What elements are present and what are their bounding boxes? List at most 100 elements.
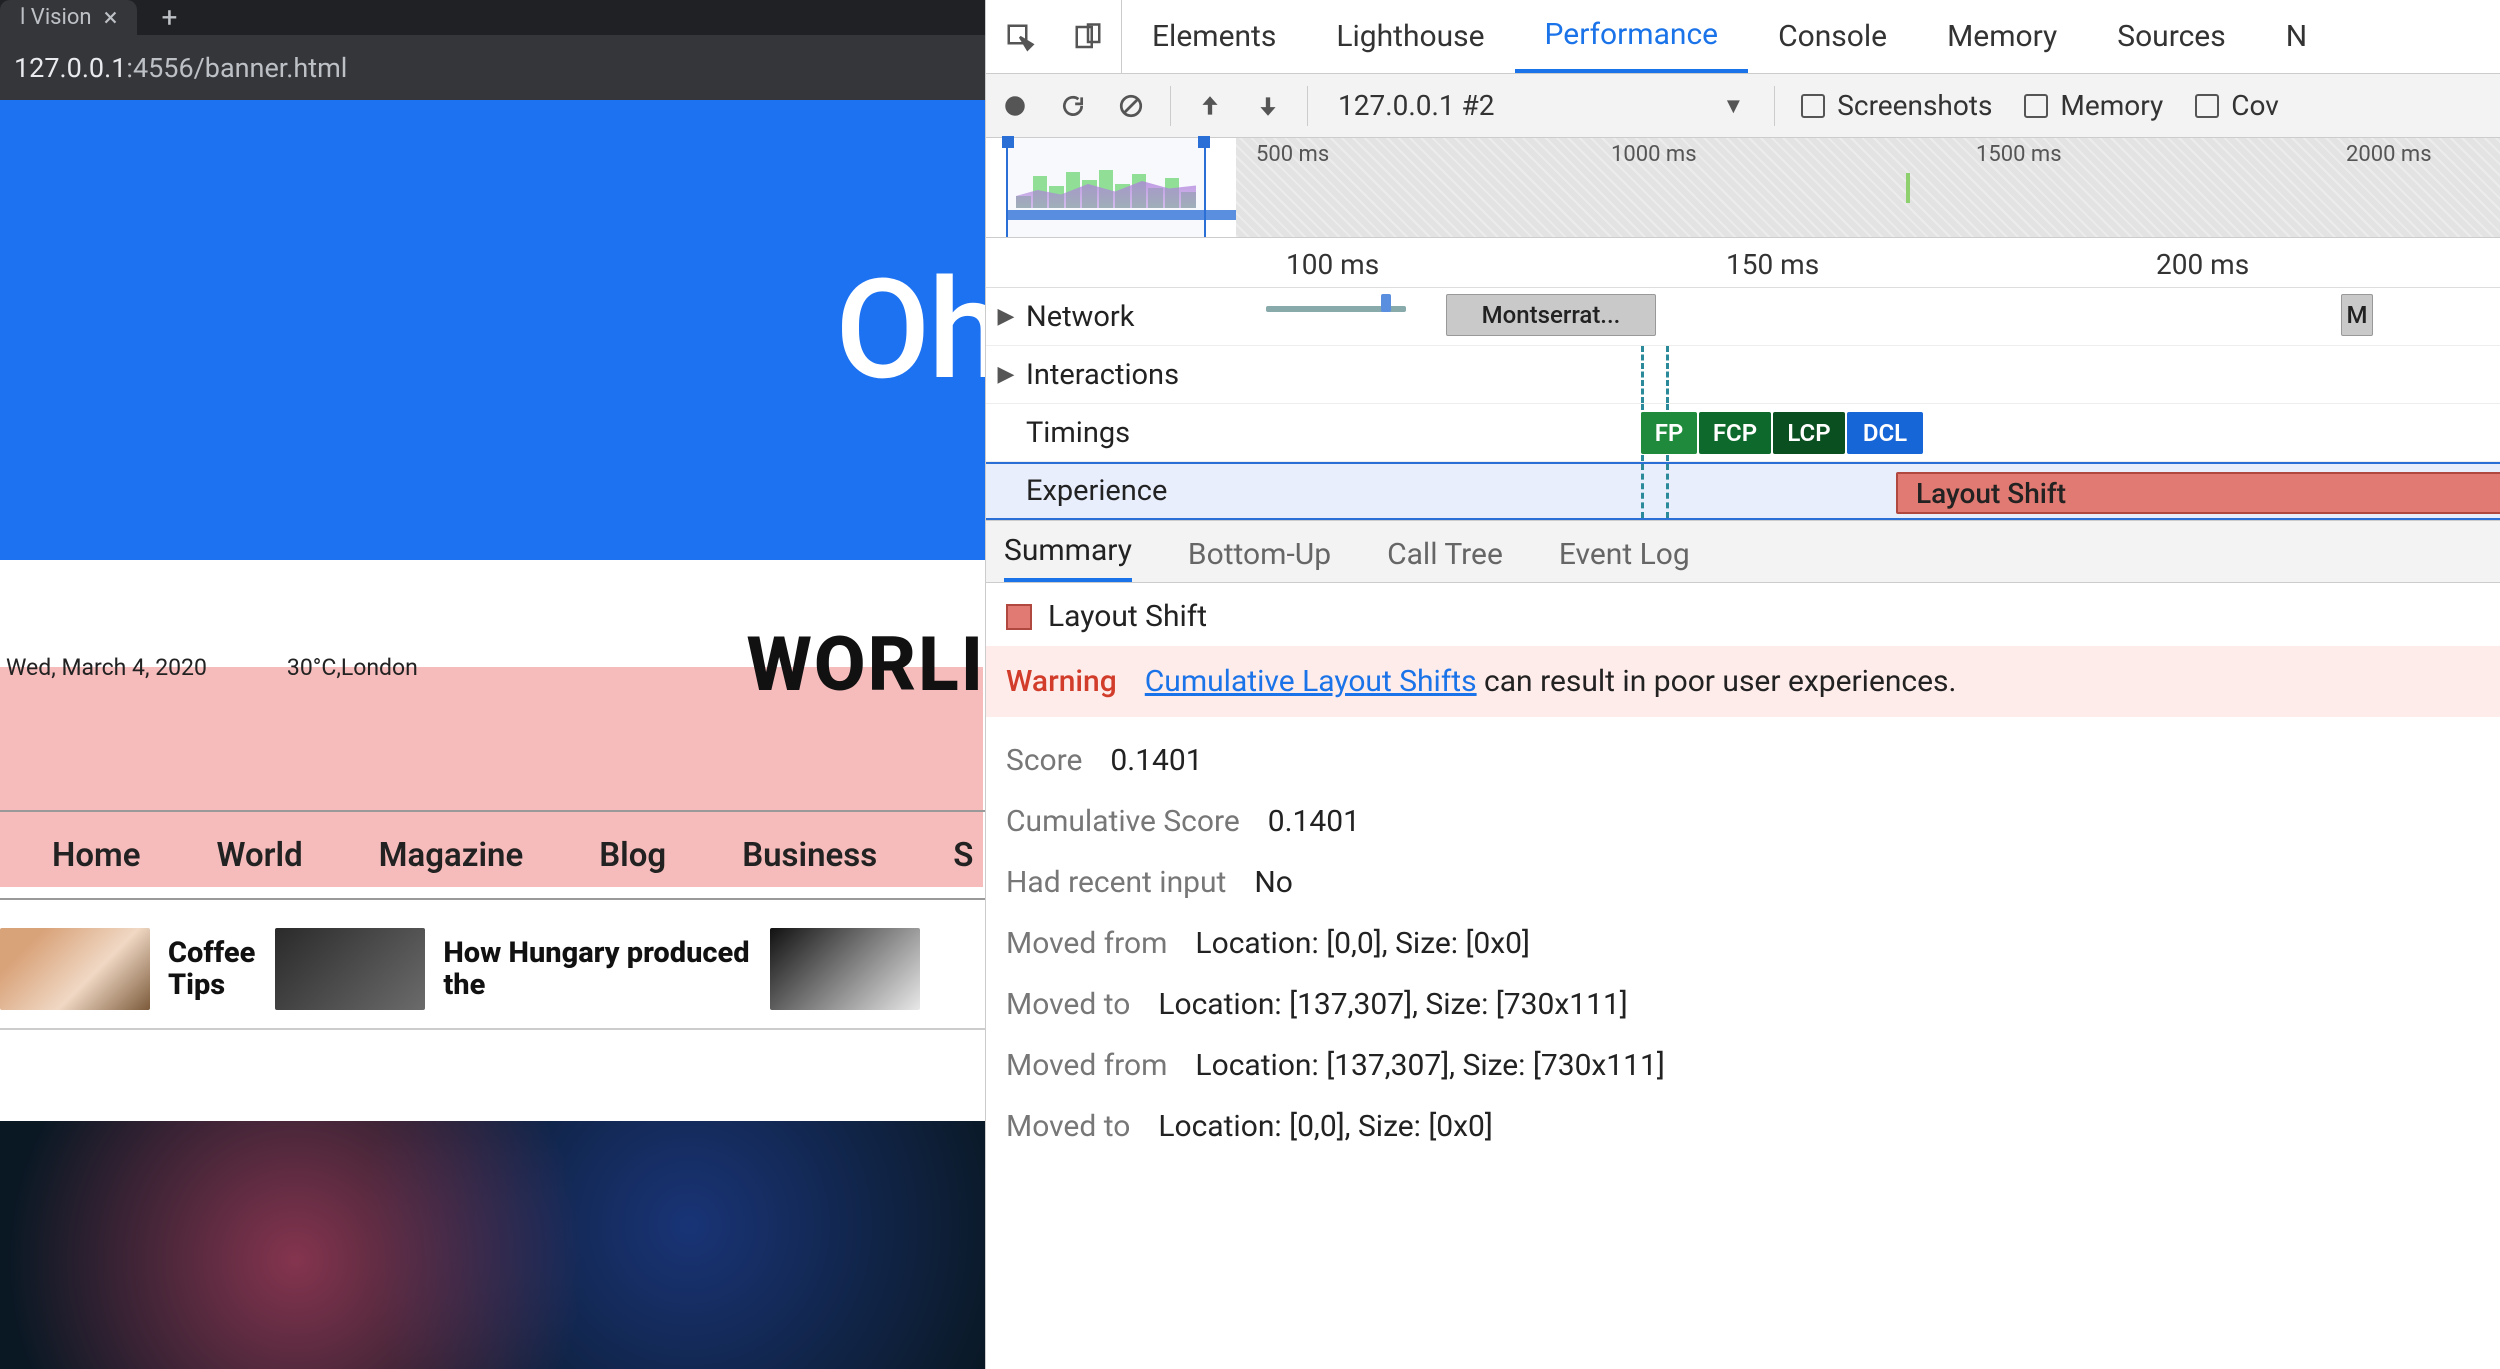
nav-item[interactable]: Magazine <box>379 836 524 875</box>
detail-key: Moved to <box>1006 987 1130 1022</box>
tab-call-tree[interactable]: Call Tree <box>1387 537 1503 582</box>
network-request[interactable]: M <box>2341 294 2373 336</box>
layout-shift-event[interactable]: Layout Shift <box>1896 472 2500 514</box>
coverage-checkbox[interactable]: Cov <box>2179 89 2295 122</box>
network-request[interactable]: Montserrat... <box>1446 294 1656 336</box>
tab-console[interactable]: Console <box>1748 0 1917 73</box>
address-bar[interactable]: 127.0.0.1:4556/banner.html <box>0 35 985 100</box>
nav-item[interactable]: Blog <box>599 836 666 875</box>
featured-row: Coffee Tips How Hungary produced the <box>0 910 985 1030</box>
timeline-overview[interactable]: 500 ms 1000 ms 1500 ms 2000 ms <box>986 138 2500 238</box>
tab-strip: l Vision × + <box>0 0 985 35</box>
detail-key: Moved from <box>1006 926 1167 961</box>
detail-row: Moved toLocation: [0,0], Size: [0x0] <box>1006 1109 2480 1144</box>
flame-chart[interactable]: 100 ms 150 ms 200 ms ▶ Network Montserra… <box>986 238 2500 521</box>
url-port: :4556 <box>126 52 193 84</box>
overview-selection[interactable] <box>986 138 1236 237</box>
track-timings[interactable]: ▶ Timings FP FCP LCP DCL <box>986 404 2500 462</box>
tab-sources[interactable]: Sources <box>2087 0 2255 73</box>
dash-marker <box>1666 346 1669 403</box>
overview-bar <box>1906 173 1910 203</box>
event-header: Layout Shift <box>1006 599 2480 634</box>
track-experience[interactable]: ▶ Experience Layout Shift <box>986 462 2500 520</box>
devtools-panel: Elements Lighthouse Performance Console … <box>985 0 2500 1369</box>
expand-icon[interactable]: ▶ <box>986 362 1026 387</box>
tab-memory[interactable]: Memory <box>1917 0 2087 73</box>
event-swatch <box>1006 604 1032 630</box>
reload-button[interactable] <box>1044 74 1102 137</box>
detail-value: Location: [0,0], Size: [0x0] <box>1195 926 1530 961</box>
inspect-icon[interactable] <box>986 0 1054 73</box>
dash-marker <box>1666 464 1669 518</box>
banner-text: Oh <box>835 249 985 411</box>
page-date: Wed, March 4, 2020 <box>6 654 207 681</box>
detail-row: Cumulative Score0.1401 <box>1006 804 2480 839</box>
main-nav: Home World Magazine Blog Business S <box>0 810 985 900</box>
tab-event-log[interactable]: Event Log <box>1559 537 1690 582</box>
track-interactions[interactable]: ▶ Interactions <box>986 346 2500 404</box>
checkbox-label: Memory <box>2060 89 2163 122</box>
nav-item[interactable]: Home <box>52 836 140 875</box>
chevron-down-icon: ▼ <box>1723 93 1745 119</box>
feature-item[interactable]: Coffee Tips <box>0 928 255 1010</box>
overview-rest[interactable]: 500 ms 1000 ms 1500 ms 2000 ms <box>1236 138 2500 237</box>
timing-fp[interactable]: FP <box>1641 412 1697 454</box>
ruler-tick: 200 ms <box>2156 248 2249 281</box>
detail-value: Location: [137,307], Size: [730x111] <box>1195 1048 1664 1083</box>
clear-button[interactable] <box>1102 74 1160 137</box>
screenshots-checkbox[interactable]: Screenshots <box>1785 89 2008 122</box>
nav-item[interactable]: World <box>216 836 302 875</box>
profile-select[interactable]: 127.0.0.1 #2 ▼ <box>1318 74 1764 137</box>
page-location: 30°C,London <box>287 654 418 681</box>
track-network[interactable]: ▶ Network Montserrat... M <box>986 288 2500 346</box>
flame-ruler: 100 ms 150 ms 200 ms <box>986 238 2500 288</box>
network-bar[interactable] <box>1381 294 1391 312</box>
tab-bottom-up[interactable]: Bottom-Up <box>1188 537 1331 582</box>
feature-title: How Hungary produced the <box>443 937 749 1002</box>
timing-lcp[interactable]: LCP <box>1773 412 1845 454</box>
detail-key: Score <box>1006 743 1082 778</box>
thumbnail <box>770 928 920 1010</box>
upload-icon[interactable] <box>1181 74 1239 137</box>
thumbnail <box>0 928 150 1010</box>
timing-dcl[interactable]: DCL <box>1847 412 1923 454</box>
detail-value: Location: [137,307], Size: [730x111] <box>1158 987 1627 1022</box>
devtools-tabs: Elements Lighthouse Performance Console … <box>986 0 2500 74</box>
hero-image <box>0 1121 985 1369</box>
tab-performance[interactable]: Performance <box>1515 0 1749 73</box>
checkbox-icon <box>1801 94 1825 118</box>
browser-window: l Vision × + 127.0.0.1:4556/banner.html … <box>0 0 985 1369</box>
device-icon[interactable] <box>1054 0 1122 73</box>
detail-value: Location: [0,0], Size: [0x0] <box>1158 1109 1493 1144</box>
browser-tab[interactable]: l Vision × <box>0 0 137 35</box>
thumbnail <box>275 928 425 1010</box>
detail-key: Cumulative Score <box>1006 804 1240 839</box>
memory-checkbox[interactable]: Memory <box>2008 89 2179 122</box>
detail-tabs: Summary Bottom-Up Call Tree Event Log <box>986 521 2500 583</box>
tab-elements[interactable]: Elements <box>1122 0 1306 73</box>
feature-item[interactable] <box>770 928 920 1010</box>
feature-item[interactable]: How Hungary produced the <box>275 928 749 1010</box>
tab-lighthouse[interactable]: Lighthouse <box>1306 0 1514 73</box>
warning-text: Cumulative Layout Shifts can result in p… <box>1145 664 1957 699</box>
record-button[interactable] <box>986 74 1044 137</box>
tab-more[interactable]: N <box>2256 0 2337 73</box>
nav-item[interactable]: Business <box>742 836 877 875</box>
download-icon[interactable] <box>1239 74 1297 137</box>
timing-fcp[interactable]: FCP <box>1699 412 1771 454</box>
expand-icon[interactable]: ▶ <box>986 304 1026 329</box>
overview-tick: 500 ms <box>1256 142 1329 167</box>
detail-value: 0.1401 <box>1110 743 1202 778</box>
event-name: Layout Shift <box>1048 599 1207 634</box>
feature-title-line: the <box>443 968 485 1002</box>
tab-summary[interactable]: Summary <box>1004 533 1132 582</box>
event-details: Layout Shift Warning Cumulative Layout S… <box>986 583 2500 1369</box>
detail-row: Moved fromLocation: [137,307], Size: [73… <box>1006 1048 2480 1083</box>
new-tab-button[interactable]: + <box>137 1 201 34</box>
close-icon[interactable]: × <box>104 3 118 33</box>
cls-link[interactable]: Cumulative Layout Shifts <box>1145 664 1477 699</box>
dash-marker <box>1641 464 1644 518</box>
nav-item[interactable]: S <box>953 836 973 875</box>
track-label: Timings <box>1026 416 1150 450</box>
separator <box>1307 86 1308 126</box>
